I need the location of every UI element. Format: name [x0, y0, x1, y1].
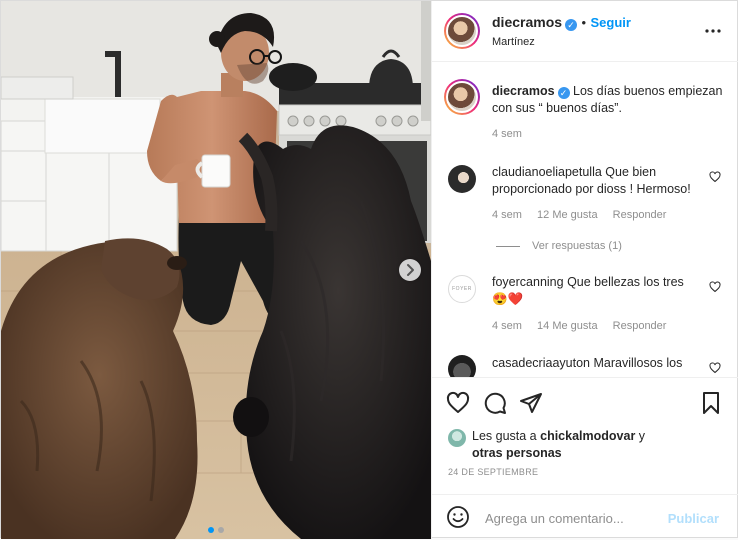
more-options-button[interactable] — [705, 23, 721, 33]
comment-time[interactable]: 4 sem — [492, 320, 522, 332]
other-likers-link[interactable]: otras personas — [472, 446, 562, 460]
follow-button[interactable]: Seguir — [591, 15, 631, 30]
likes-summary: Les gusta a chickalmodovar y otras perso… — [472, 428, 645, 462]
heart-icon[interactable] — [446, 391, 470, 415]
comment-avatar[interactable] — [448, 355, 476, 377]
bookmark-icon[interactable] — [699, 391, 723, 415]
liker-avatar[interactable] — [448, 429, 466, 447]
reply-button[interactable]: Responder — [613, 320, 667, 332]
view-replies-button[interactable]: Ver respuestas (1) — [532, 240, 622, 252]
comments-section[interactable]: diecramos ✓ Los días buenos empiezan con … — [432, 61, 738, 378]
publish-button[interactable]: Publicar — [668, 511, 719, 526]
author-username[interactable]: diecramos — [492, 14, 562, 30]
comment-body: foyercanning Que bellezas los tres 😍❤️ — [492, 274, 704, 308]
comment-bubble-icon[interactable] — [483, 391, 507, 415]
comment-meta: 4 sem 14 Me gusta Responder — [492, 320, 678, 332]
post-location[interactable]: Martínez — [492, 36, 535, 48]
comment-body: casadecriaayuton Maravillosos los — [492, 355, 704, 372]
caption-time[interactable]: 4 sem — [492, 128, 522, 140]
verified-badge-icon: ✓ — [557, 87, 570, 99]
carousel-indicator — [206, 520, 226, 538]
comment-like-heart-icon[interactable] — [709, 171, 721, 183]
author-line: diecramos ✓ • Seguir — [492, 14, 631, 32]
replies-divider — [496, 246, 520, 247]
next-slide-button[interactable] — [399, 259, 421, 281]
comment-emoji: 😍❤️ — [492, 292, 524, 306]
comment-username[interactable]: casadecriaayuton — [492, 356, 590, 370]
post-photo[interactable] — [1, 1, 431, 539]
instagram-post: diecramos ✓ • Seguir Martínez diecramos ✓ … — [0, 0, 738, 539]
comment-text: Maravillosos los — [593, 356, 683, 370]
reply-button[interactable]: Responder — [613, 209, 667, 221]
emoji-smiley-icon[interactable] — [446, 505, 470, 529]
comment-text: Que bellezas los tres — [567, 275, 684, 289]
paper-plane-icon[interactable] — [519, 391, 543, 415]
author-avatar[interactable] — [444, 13, 480, 49]
photo-man-with-dogs — [1, 1, 431, 539]
comment-body: claudianoeliapetulla Que bien proporcion… — [492, 164, 704, 198]
comment-username[interactable]: foyercanning — [492, 275, 564, 289]
comment-likes[interactable]: 14 Me gusta — [537, 320, 598, 332]
caption-avatar[interactable] — [444, 79, 480, 115]
comment-avatar[interactable]: FOYER — [448, 275, 476, 303]
comment-like-heart-icon[interactable] — [709, 281, 721, 293]
post-header: diecramos ✓ • Seguir Martínez — [432, 1, 738, 62]
more-horizontal-icon — [705, 29, 721, 33]
likes-prefix: Les gusta a — [472, 429, 537, 443]
comment-input[interactable] — [483, 503, 667, 533]
comment-time[interactable]: 4 sem — [492, 209, 522, 221]
comment-composer: Publicar — [432, 494, 738, 540]
carousel-dot — [218, 527, 224, 533]
dot-separator: • — [581, 15, 587, 30]
caption-username[interactable]: diecramos — [492, 84, 555, 98]
comment-meta: 4 sem 12 Me gusta Responder — [492, 209, 678, 221]
chevron-right-icon — [407, 264, 414, 276]
carousel-dot-active — [208, 527, 214, 533]
comment-username[interactable]: claudianoeliapetulla — [492, 165, 602, 179]
liker-username[interactable]: chickalmodovar — [540, 429, 635, 443]
action-bar — [432, 379, 738, 425]
comment-likes[interactable]: 12 Me gusta — [537, 209, 598, 221]
caption-block: diecramos ✓ Los días buenos empiezan con … — [492, 83, 724, 117]
likes-connector: y — [638, 429, 646, 443]
post-date[interactable]: 24 DE SEPTIEMBRE — [448, 467, 538, 477]
comment-like-heart-icon[interactable] — [709, 362, 721, 374]
comment-avatar[interactable] — [448, 165, 476, 193]
verified-badge-icon: ✓ — [565, 19, 578, 31]
post-side-panel: diecramos ✓ • Seguir Martínez diecramos ✓ … — [431, 1, 738, 539]
